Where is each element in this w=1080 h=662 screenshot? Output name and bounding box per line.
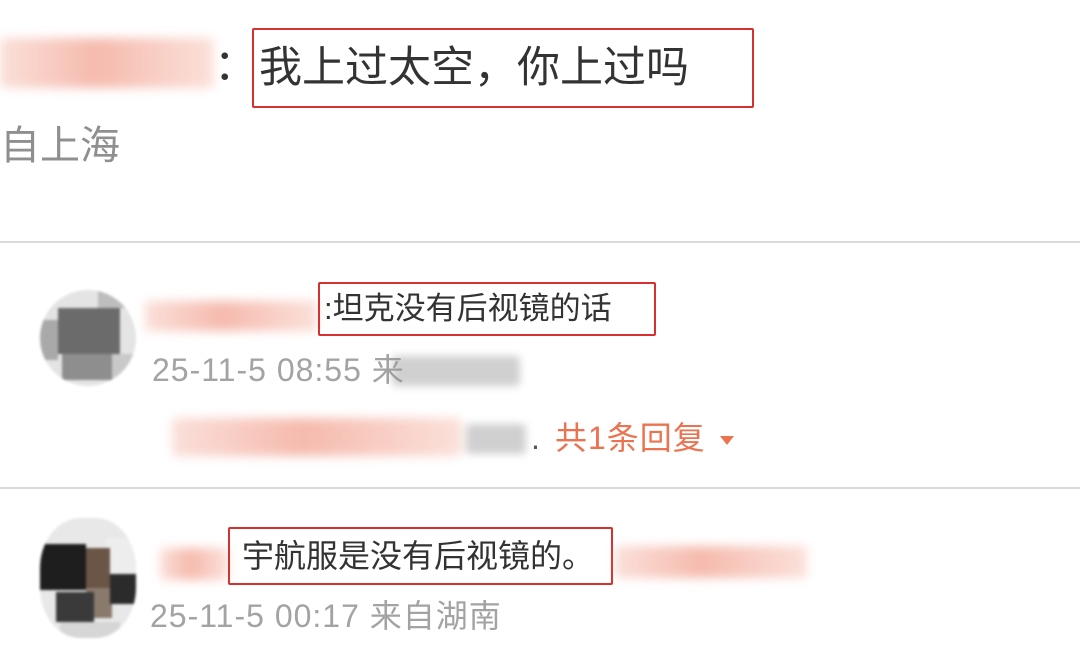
comment-text: 我上过太空，你上过吗 — [259, 44, 689, 92]
reply-separator: . — [531, 420, 540, 456]
redacted-username[interactable] — [0, 38, 214, 88]
annotation-box: 我上过太空，你上过吗 — [252, 28, 754, 108]
redacted-location — [392, 356, 520, 386]
reply-count-label[interactable]: 共1条回复 — [555, 420, 706, 456]
comment-location: 自上海 — [0, 124, 120, 168]
avatar[interactable] — [40, 290, 136, 386]
username-separator: ： — [214, 42, 257, 90]
redacted-reply-authors[interactable] — [172, 418, 462, 456]
comment-timestamp: 25-11-5 00:17 来自湖南 — [150, 598, 502, 634]
caret-down-icon[interactable] — [719, 436, 734, 446]
annotation-box: 宇航服是没有后视镜的。 — [228, 527, 613, 585]
redacted-text — [615, 546, 807, 578]
redacted-username[interactable] — [160, 548, 228, 580]
annotation-box: :坦克没有后视镜的话 — [318, 282, 656, 336]
comment-timestamp: 25-11-5 08:55 来 — [152, 352, 405, 388]
divider — [0, 241, 1080, 243]
redacted-reply-suffix — [466, 424, 526, 454]
divider — [0, 487, 1080, 489]
comment-text: 宇航服是没有后视镜的。 — [242, 538, 595, 574]
comment-text: :坦克没有后视镜的话 — [324, 291, 612, 326]
view-replies-link[interactable]: 共1条回复 — [555, 418, 734, 458]
redacted-username[interactable] — [145, 301, 317, 331]
avatar[interactable] — [40, 518, 136, 638]
